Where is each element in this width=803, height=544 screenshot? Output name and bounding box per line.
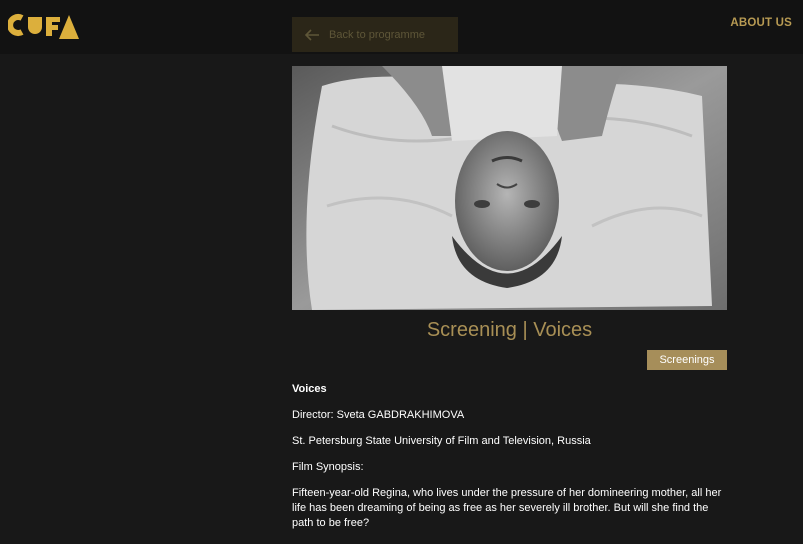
director-line: Director: Sveta GABDRAKHIMOVA bbox=[292, 409, 465, 421]
arrow-left-icon bbox=[304, 28, 319, 41]
hero-image bbox=[292, 66, 727, 310]
event-description: Voices Director: Sveta GABDRAKHIMOVA St.… bbox=[292, 382, 732, 542]
nav-about-us-link[interactable]: ABOUT US bbox=[730, 17, 792, 29]
back-to-programme-button[interactable]: Back to programme bbox=[292, 17, 458, 52]
synopsis-label: Film Synopsis: bbox=[292, 461, 364, 473]
film-still-image bbox=[292, 66, 727, 310]
event-title: Screening | Voices bbox=[426, 319, 593, 341]
screenings-tag[interactable]: Screenings bbox=[647, 350, 727, 370]
top-bar: Back to programme ABOUT US bbox=[0, 0, 803, 54]
film-title: Voices bbox=[292, 383, 327, 395]
cufa-logo[interactable] bbox=[8, 9, 80, 41]
institution-line: St. Petersburg State University of Film … bbox=[292, 435, 591, 447]
synopsis-text: Fifteen-year-old Regina, who lives under… bbox=[292, 487, 722, 529]
back-button-label: Back to programme bbox=[329, 28, 425, 41]
